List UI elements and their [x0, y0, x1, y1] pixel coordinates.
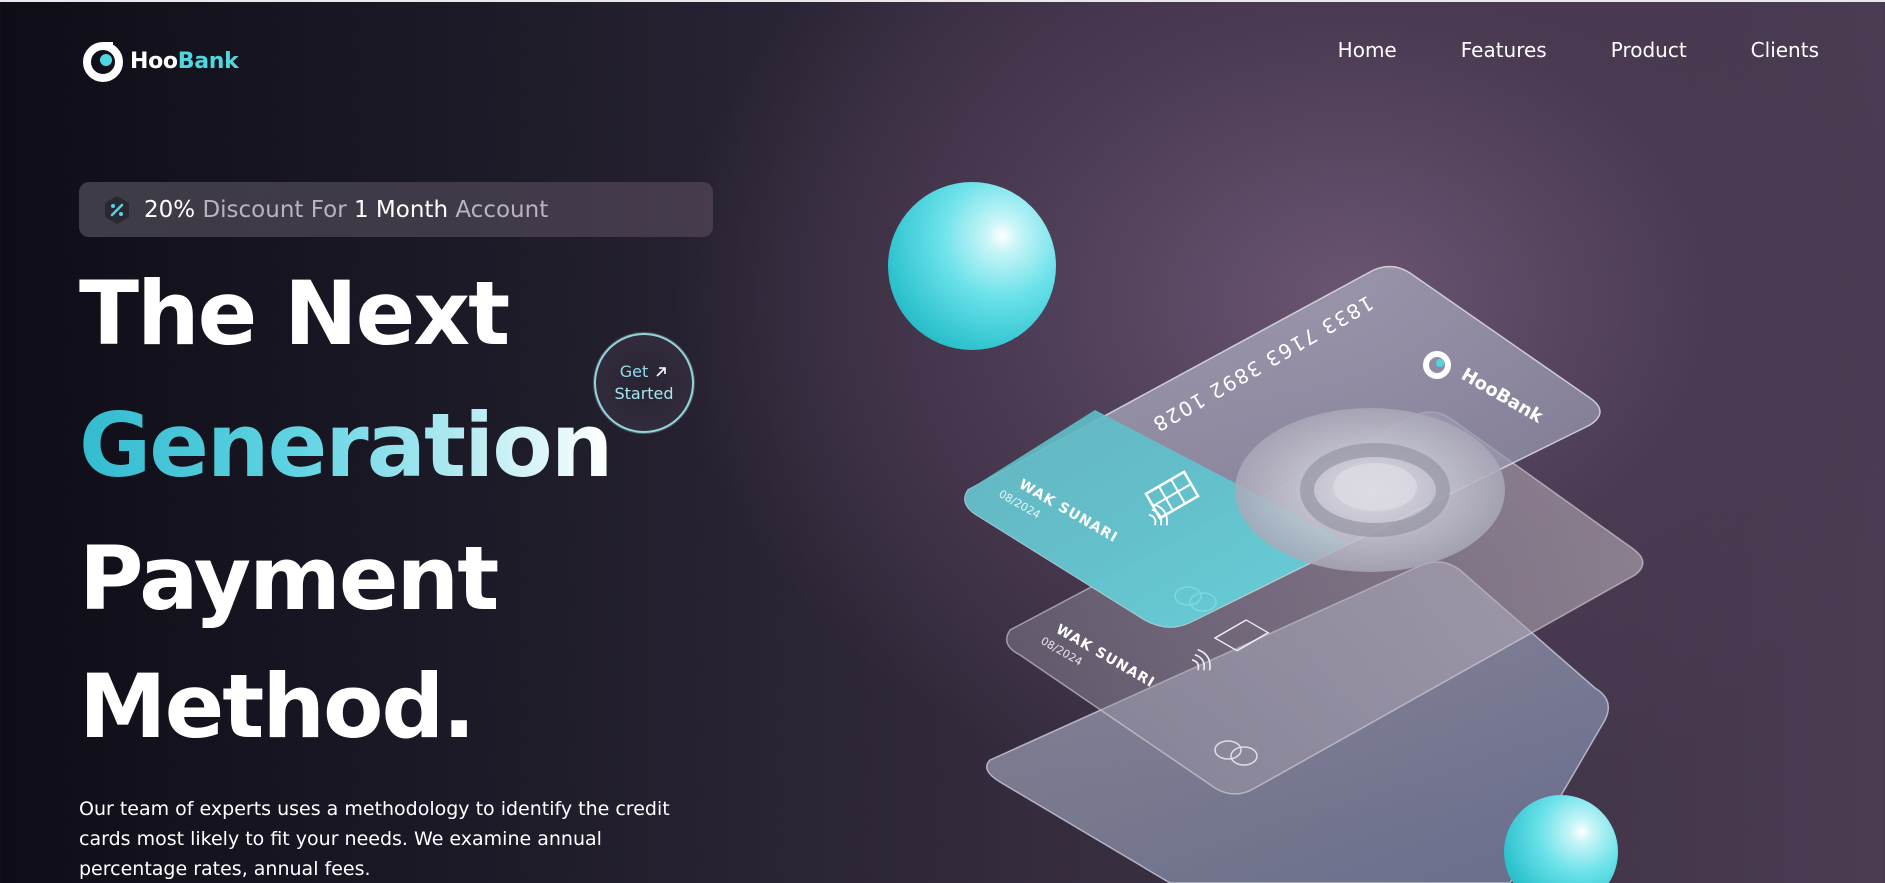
arrow-up-right-icon [656, 367, 667, 377]
hero-heading-line-4: Method. [79, 655, 476, 758]
brand-name: HooBank [130, 48, 239, 74]
hero-heading-line-2: Generation [79, 394, 613, 497]
discount-duration: 1 Month [353, 196, 449, 223]
nav-link-clients[interactable]: Clients [1751, 38, 1819, 62]
nav-link-features[interactable]: Features [1461, 38, 1547, 62]
main-nav: Home Features Product Clients [1338, 38, 1819, 62]
brand-name-part1: Hoo [130, 48, 178, 74]
discount-percent: 20% [144, 196, 196, 223]
discount-mid: Discount For [202, 196, 347, 223]
nav-link-product[interactable]: Product [1611, 38, 1687, 62]
hoobank-logo-icon [83, 42, 123, 82]
discount-end: Account [455, 196, 549, 223]
discount-banner: 20% Discount For 1 Month Account [79, 182, 713, 237]
get-started-button[interactable]: Get Started [594, 333, 694, 433]
brand-logo[interactable]: HooBank [82, 40, 239, 82]
nav-link-home[interactable]: Home [1338, 38, 1397, 62]
hero-heading-line-1: The Next [79, 262, 510, 365]
credit-cards-illustration: WAK SUNARI 08/2024 1833 7163 3892 1028 H… [964, 265, 1644, 883]
get-started-label-1: Get [619, 362, 649, 381]
discount-text: 20% Discount For 1 Month Account [144, 197, 548, 223]
get-started-row: Get [620, 361, 669, 383]
discount-icon [105, 195, 129, 224]
window-top-edge [0, 0, 1885, 2]
brand-name-part2: Bank [177, 48, 239, 74]
card-disc-center [1333, 463, 1417, 511]
get-started-label-2: Started [614, 384, 674, 403]
hero-heading-line-3: Payment [79, 527, 499, 630]
hero-description: Our team of experts uses a methodology t… [79, 798, 670, 880]
